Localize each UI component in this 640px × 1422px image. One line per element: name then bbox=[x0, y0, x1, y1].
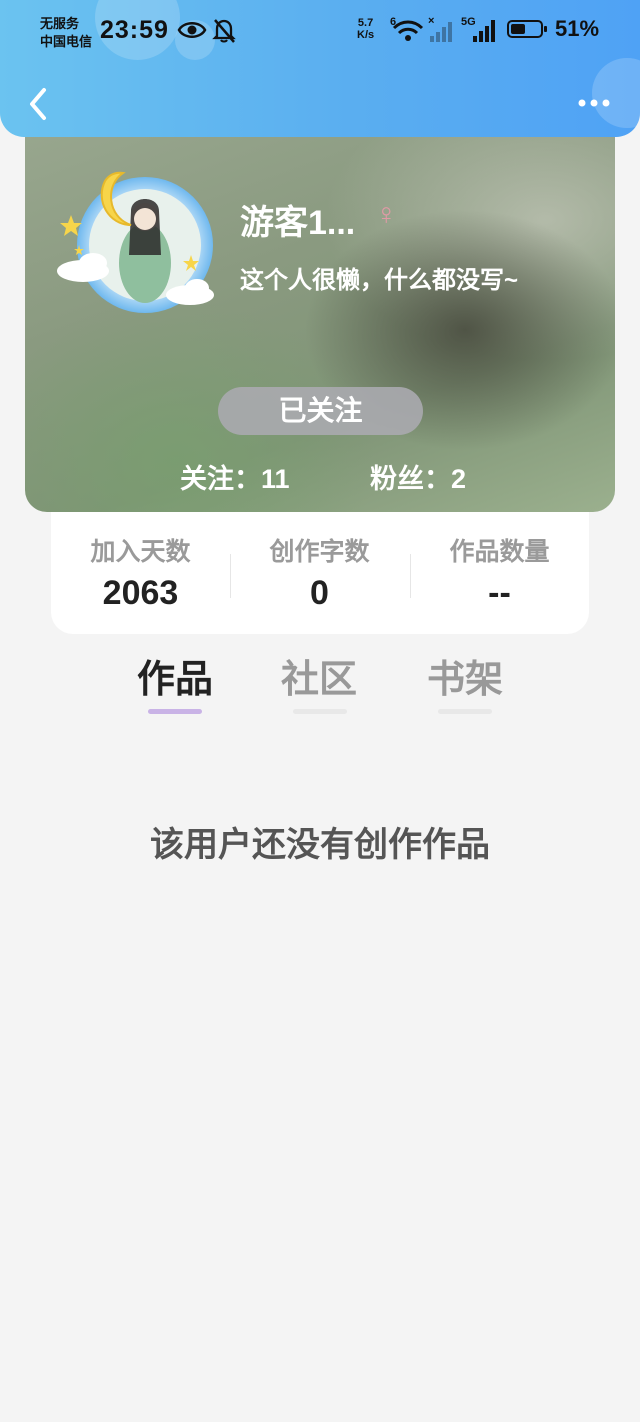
tab-bookshelf[interactable]: 书架 bbox=[410, 648, 520, 703]
wifi-icon: 6 bbox=[390, 16, 424, 41]
tab-indicator bbox=[293, 709, 347, 714]
signal-no-service-icon: × bbox=[428, 15, 452, 42]
stat-value: 0 bbox=[310, 574, 329, 612]
fans-count[interactable]: 粉丝：2 bbox=[370, 457, 466, 496]
followed-button[interactable]: 已关注 bbox=[218, 387, 423, 435]
carrier-info: 无服务 中国电信 bbox=[40, 15, 92, 51]
tab-indicator bbox=[148, 709, 202, 714]
tab-works[interactable]: 作品 bbox=[120, 648, 230, 703]
stat-value: 2063 bbox=[102, 574, 179, 612]
stat-label: 创作字数 bbox=[269, 538, 370, 566]
eye-icon bbox=[177, 22, 207, 38]
battery-percent: 51% bbox=[555, 16, 600, 41]
tab-community[interactable]: 社区 bbox=[264, 648, 374, 703]
carrier-line-1: 无服务 bbox=[40, 16, 80, 31]
gender-female-icon: ♀ bbox=[375, 198, 398, 231]
stat-join-days: 加入天数 2063 bbox=[51, 532, 230, 613]
battery-icon bbox=[507, 20, 547, 38]
avatar[interactable] bbox=[45, 145, 215, 320]
empty-state-message: 该用户还没有创作作品 bbox=[150, 826, 490, 864]
stat-label: 加入天数 bbox=[90, 538, 191, 566]
stat-works-count: 作品数量 -- bbox=[410, 532, 589, 613]
more-options-icon[interactable] bbox=[574, 88, 614, 118]
carrier-line-2: 中国电信 bbox=[40, 34, 93, 49]
profile-card: 游客1... ♀ 这个人很懒，什么都没写~ 已关注 关注：11 粉丝：2 bbox=[25, 100, 615, 512]
signal-5g-icon: 5G bbox=[461, 16, 495, 42]
net-speed-value: 5.7 bbox=[357, 17, 374, 29]
mute-bell-icon bbox=[212, 19, 236, 43]
svg-text:×: × bbox=[428, 15, 434, 27]
nickname: 游客1... bbox=[240, 204, 356, 242]
signal-badge: 5G bbox=[461, 16, 476, 28]
stat-label: 作品数量 bbox=[449, 538, 550, 566]
net-speed-unit: K/s bbox=[357, 29, 375, 41]
bio-text: 这个人很懒，什么都没写~ bbox=[240, 267, 519, 294]
user-stats: 加入天数 2063 创作字数 0 作品数量 -- bbox=[51, 512, 589, 634]
status-bar: 无服务 中国电信 23:59 5.7 K/s 6 × 5G 51% bbox=[0, 10, 640, 56]
battery-fill bbox=[511, 24, 525, 34]
clock: 23:59 bbox=[100, 16, 169, 44]
net-speed: 5.7 K/s bbox=[357, 17, 374, 41]
stat-value: -- bbox=[488, 574, 511, 612]
top-header: 无服务 中国电信 23:59 5.7 K/s 6 × 5G 51% bbox=[0, 0, 640, 137]
tab-indicator bbox=[438, 709, 492, 714]
stat-word-count: 创作字数 0 bbox=[230, 532, 409, 613]
back-arrow-icon[interactable] bbox=[22, 84, 58, 124]
following-count[interactable]: 关注：11 bbox=[180, 457, 290, 496]
